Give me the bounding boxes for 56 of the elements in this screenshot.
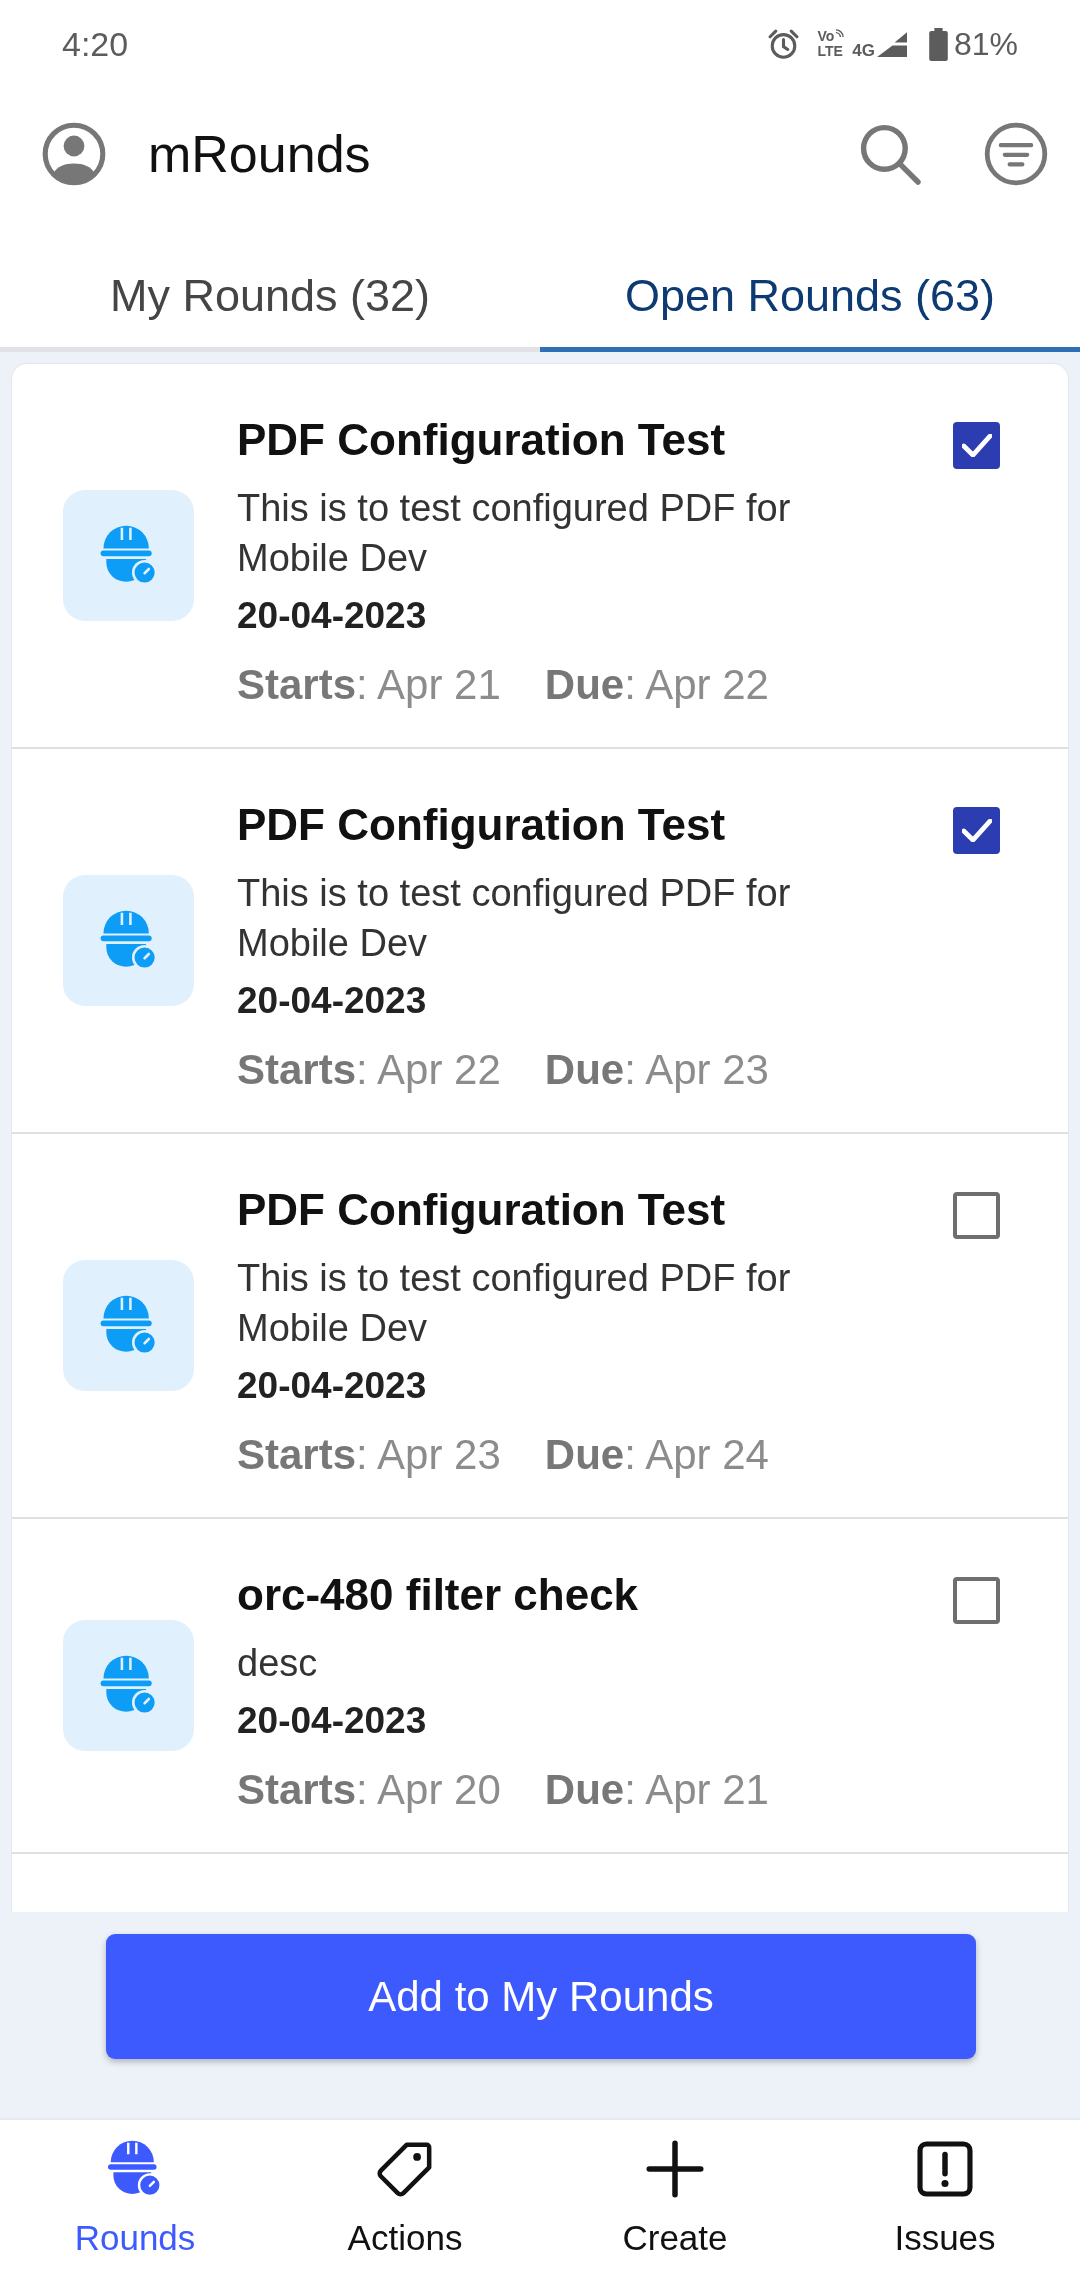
checkbox[interactable] <box>953 1192 1000 1239</box>
wave-icon <box>835 29 845 38</box>
round-title: PDF Configuration Test <box>237 1184 727 1236</box>
tick-icon <box>961 434 992 457</box>
round-description: desc <box>237 1641 319 1686</box>
round-card[interactable]: orc-480 filter check desc 20-04-2023 Starts: Apr 20 Due: Apr 21 <box>11 1519 1069 1854</box>
round-title: PDF Configuration Test <box>237 414 727 466</box>
start-date: Starts: Apr 23 <box>237 1430 501 1480</box>
round-date: 20-04-2023 <box>237 594 428 638</box>
helmet-stopwatch-icon <box>63 1260 194 1391</box>
add-button[interactable]: Add to My Rounds <box>106 1934 976 2059</box>
tick-icon <box>961 819 992 842</box>
round-description: This is to test configured PDF for Mobile Dev <box>237 871 792 966</box>
nav-tab[interactable]: Actions <box>270 2120 540 2274</box>
start-date: Starts: Apr 20 <box>237 1765 501 1815</box>
nav-tab[interactable]: Issues <box>810 2120 1080 2274</box>
nav-tab[interactable]: Create <box>540 2120 810 2274</box>
alarm-icon <box>768 28 800 60</box>
lte-label: LTE <box>817 44 843 59</box>
helmet-stopwatch-icon <box>63 490 194 621</box>
round-description: This is to test configured PDF for Mobile Dev <box>237 1256 792 1351</box>
start-date: Starts: Apr 22 <box>237 1045 501 1095</box>
round-description: This is to test configured PDF for Mobile Dev <box>237 486 792 581</box>
start-date: Starts: Apr 21 <box>237 660 501 710</box>
checkbox[interactable] <box>953 807 1000 854</box>
filter-button[interactable] <box>984 122 1048 186</box>
alert-square-icon <box>916 2140 974 2198</box>
search-button[interactable] <box>858 122 922 186</box>
plus-icon <box>646 2140 704 2198</box>
round-card[interactable]: PDF Configuration Test This is to test configured PDF for Mobile Dev 20-04-2023 Starts: Apr 22 Due: Apr 23 <box>11 749 1069 1134</box>
round-card[interactable]: PDF Configuration Test This is to test configured PDF for Mobile Dev 20-04-2023 Starts: Apr 21 Due: Apr 22 <box>11 363 1069 749</box>
battery-icon <box>927 27 949 61</box>
due-date: Due: Apr 21 <box>544 1765 769 1815</box>
round-date: 20-04-2023 <box>237 1699 428 1743</box>
helmet-stopwatch-icon <box>63 875 194 1006</box>
app-title: mRounds <box>148 124 372 184</box>
status-time: 4:20 <box>62 24 129 64</box>
network-type: 4G <box>852 40 875 61</box>
tag-icon <box>376 2140 434 2198</box>
round-date: 20-04-2023 <box>237 1364 428 1408</box>
nav-tab[interactable]: Rounds <box>0 2120 270 2274</box>
round-title: PDF Configuration Test <box>237 799 727 851</box>
round-title: orc-480 filter check <box>237 1569 640 1621</box>
helmet-stopwatch-icon <box>63 1620 194 1751</box>
battery-percent: 81% <box>953 25 1018 63</box>
volte-label: Vo <box>817 29 835 44</box>
due-date: Due: Apr 24 <box>544 1430 769 1480</box>
round-date: 20-04-2023 <box>237 979 428 1023</box>
due-date: Due: Apr 23 <box>544 1045 769 1095</box>
checkbox[interactable] <box>953 422 1000 469</box>
round-card[interactable]: PDF Configuration Test This is to test configured PDF for Mobile Dev 20-04-2023 Starts: Apr 23 Due: Apr 24 <box>11 1134 1069 1519</box>
checkbox[interactable] <box>953 1577 1000 1624</box>
due-date: Due: Apr 22 <box>544 660 769 710</box>
search-icon <box>858 122 922 186</box>
account-icon[interactable] <box>42 122 106 186</box>
filter-icon <box>984 122 1048 186</box>
